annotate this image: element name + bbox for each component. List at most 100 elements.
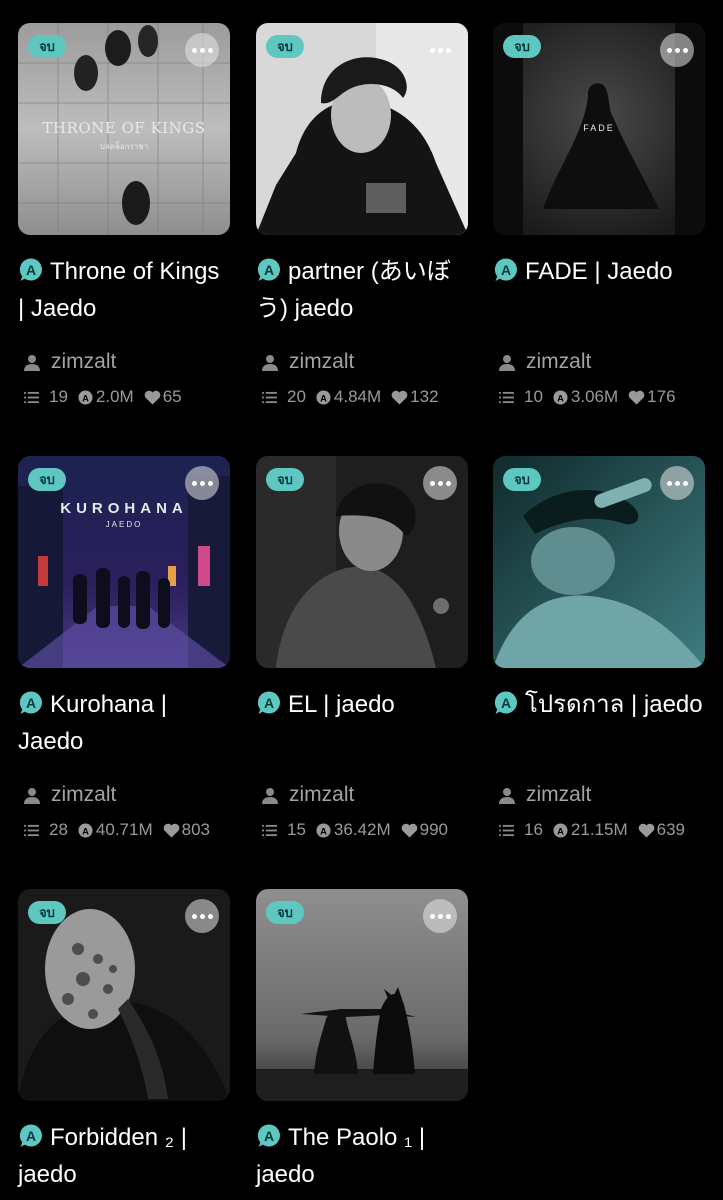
cover-title: FADE bbox=[583, 123, 615, 133]
completed-badge: จบ bbox=[28, 35, 66, 58]
more-dots-icon[interactable] bbox=[660, 466, 694, 500]
view-count: 2.0M bbox=[95, 387, 134, 406]
like-count: 176 bbox=[647, 387, 676, 406]
list-icon bbox=[24, 391, 39, 404]
like-count: 803 bbox=[181, 820, 210, 839]
chapter-count: 15 bbox=[287, 820, 306, 839]
cover-subtitle: JAEDO bbox=[105, 520, 143, 529]
heart-icon bbox=[163, 823, 180, 838]
story-card[interactable]: จบ EL | jaedo zimzalt 15 36.42M 990 bbox=[256, 456, 468, 840]
person-icon bbox=[24, 354, 40, 371]
chapter-count: 28 bbox=[49, 820, 68, 839]
list-icon bbox=[499, 391, 514, 404]
person-icon bbox=[262, 787, 278, 804]
a-circle-icon bbox=[553, 390, 568, 405]
a-circle-icon bbox=[256, 690, 282, 716]
a-circle-icon bbox=[256, 1123, 282, 1149]
completed-badge: จบ bbox=[28, 468, 66, 491]
a-circle-icon bbox=[18, 257, 44, 283]
story-stats: 15 36.42M 990 bbox=[256, 820, 468, 840]
story-title[interactable]: partner (あいぼう) jaedo bbox=[256, 253, 468, 327]
a-circle-icon bbox=[18, 690, 44, 716]
more-dots-icon[interactable] bbox=[423, 466, 457, 500]
completed-badge: จบ bbox=[503, 35, 541, 58]
like-count: 990 bbox=[419, 820, 448, 839]
story-cover[interactable]: THRONE OF KINGS ปลดล็อกราชา จบ bbox=[18, 23, 230, 235]
story-title[interactable]: EL | jaedo bbox=[256, 686, 468, 760]
like-count: 639 bbox=[656, 820, 685, 839]
story-card[interactable]: จบ โปรดกาล | jaedo zimzalt 16 21.15M 639 bbox=[493, 456, 705, 840]
view-count: 40.71M bbox=[95, 820, 153, 839]
more-dots-icon[interactable] bbox=[185, 466, 219, 500]
more-dots-icon[interactable] bbox=[185, 899, 219, 933]
a-circle-icon bbox=[553, 823, 568, 838]
person-icon bbox=[24, 787, 40, 804]
story-card[interactable]: จบ Forbidden ₂ | jaedo bbox=[18, 889, 230, 1193]
heart-icon bbox=[628, 390, 645, 405]
story-cover[interactable]: จบ bbox=[493, 456, 705, 668]
list-icon bbox=[24, 824, 39, 837]
author[interactable]: zimzalt bbox=[18, 349, 230, 375]
completed-badge: จบ bbox=[266, 468, 304, 491]
a-circle-icon bbox=[78, 823, 93, 838]
view-count: 3.06M bbox=[570, 387, 619, 406]
like-count: 132 bbox=[410, 387, 439, 406]
author[interactable]: zimzalt bbox=[493, 349, 705, 375]
list-icon bbox=[262, 391, 277, 404]
person-icon bbox=[499, 787, 515, 804]
a-circle-icon bbox=[316, 823, 331, 838]
author[interactable]: zimzalt bbox=[256, 782, 468, 808]
heart-icon bbox=[401, 823, 418, 838]
view-count: 21.15M bbox=[570, 820, 628, 839]
more-dots-icon[interactable] bbox=[185, 33, 219, 67]
story-stats: 28 40.71M 803 bbox=[18, 820, 230, 840]
story-card[interactable]: จบ The Paolo ₁ | jaedo bbox=[256, 889, 468, 1193]
story-cover[interactable]: KUROHANA JAEDO จบ bbox=[18, 456, 230, 668]
author[interactable]: zimzalt bbox=[18, 782, 230, 808]
cover-title: KUROHANA bbox=[60, 500, 188, 517]
story-title[interactable]: Throne of Kings | Jaedo bbox=[18, 253, 230, 327]
more-dots-icon[interactable] bbox=[423, 899, 457, 933]
chapter-count: 20 bbox=[287, 387, 306, 406]
author[interactable]: zimzalt bbox=[256, 349, 468, 375]
chapter-count: 19 bbox=[49, 387, 68, 406]
story-card[interactable]: จบ partner (あいぼう) jaedo zimzalt 20 4.84M… bbox=[256, 23, 468, 407]
story-cover[interactable]: จบ bbox=[18, 889, 230, 1101]
story-stats: 19 2.0M 65 bbox=[18, 387, 230, 407]
story-title[interactable]: Forbidden ₂ | jaedo bbox=[18, 1119, 230, 1193]
list-icon bbox=[499, 824, 514, 837]
story-card[interactable]: FADE จบ FADE | Jaedo zimzalt 10 3.06M 17… bbox=[493, 23, 705, 407]
view-count: 36.42M bbox=[333, 820, 391, 839]
cover-subtitle: ปลดล็อกราชา bbox=[99, 142, 149, 151]
story-cover[interactable]: FADE จบ bbox=[493, 23, 705, 235]
heart-icon bbox=[144, 390, 161, 405]
completed-badge: จบ bbox=[28, 901, 66, 924]
a-circle-icon bbox=[493, 257, 519, 283]
cover-title: THRONE OF KINGS bbox=[42, 119, 206, 137]
story-card[interactable]: THRONE OF KINGS ปลดล็อกราชา จบ Throne of… bbox=[18, 23, 230, 407]
a-circle-icon bbox=[78, 390, 93, 405]
more-dots-icon[interactable] bbox=[660, 33, 694, 67]
story-stats: 16 21.15M 639 bbox=[493, 820, 705, 840]
story-title[interactable]: โปรดกาล | jaedo bbox=[493, 686, 705, 760]
person-icon bbox=[499, 354, 515, 371]
completed-badge: จบ bbox=[266, 901, 304, 924]
story-cover[interactable]: จบ bbox=[256, 889, 468, 1101]
list-icon bbox=[262, 824, 277, 837]
story-title[interactable]: The Paolo ₁ | jaedo bbox=[256, 1119, 468, 1193]
author[interactable]: zimzalt bbox=[493, 782, 705, 808]
story-cover[interactable]: จบ bbox=[256, 23, 468, 235]
completed-badge: จบ bbox=[266, 35, 304, 58]
story-title[interactable]: Kurohana | Jaedo bbox=[18, 686, 230, 760]
view-count: 4.84M bbox=[333, 387, 382, 406]
story-title[interactable]: FADE | Jaedo bbox=[493, 253, 705, 327]
more-dots-icon[interactable] bbox=[423, 33, 457, 67]
person-icon bbox=[262, 354, 278, 371]
story-grid: THRONE OF KINGS ปลดล็อกราชา จบ Throne of… bbox=[0, 0, 723, 1200]
a-circle-icon bbox=[316, 390, 331, 405]
a-circle-icon bbox=[256, 257, 282, 283]
story-stats: 10 3.06M 176 bbox=[493, 387, 705, 407]
story-cover[interactable]: จบ bbox=[256, 456, 468, 668]
story-stats: 20 4.84M 132 bbox=[256, 387, 468, 407]
story-card[interactable]: KUROHANA JAEDO จบ Kurohana | Jaedo zimza… bbox=[18, 456, 230, 840]
